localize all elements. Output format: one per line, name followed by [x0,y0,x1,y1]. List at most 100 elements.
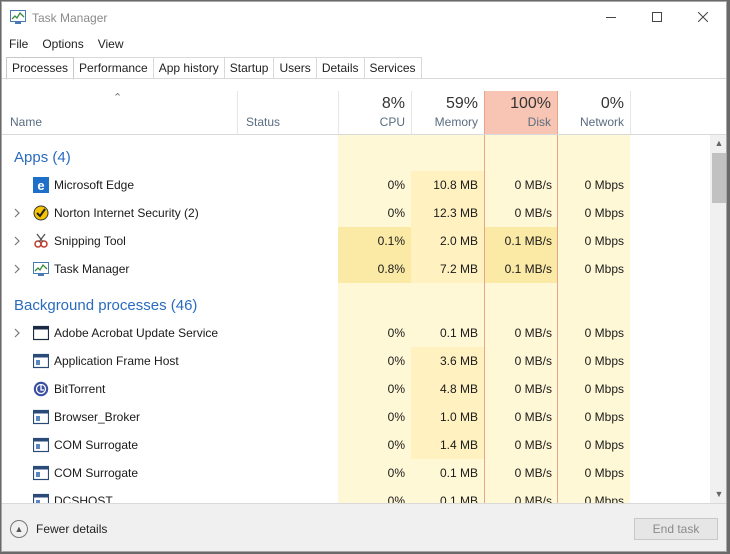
fewer-details-toggle[interactable]: ▲ Fewer details [10,520,107,538]
network-value: 0 Mbps [584,466,624,480]
disk-value: 0 MB/s [514,410,552,424]
tab-strip: Processes Performance App history Startu… [6,57,422,80]
close-button[interactable] [680,2,726,32]
network-value: 0 Mbps [584,178,624,192]
process-row[interactable]: DCSHOST 0% 0.1 MB 0 MB/s 0 Mbps [2,487,710,503]
scrollbar-thumb[interactable] [712,153,726,203]
process-row[interactable]: e Microsoft Edge 0% 10.8 MB 0 MB/s 0 Mbps [2,171,710,199]
tab-details[interactable]: Details [316,57,365,79]
chevron-right-icon[interactable] [13,207,23,219]
cpu-value: 0% [387,206,405,220]
app-window-icon [33,465,49,481]
process-row[interactable]: Adobe Acrobat Update Service 0% 0.1 MB 0 MB… [2,319,710,347]
scissors-icon [34,233,48,248]
process-name: COM Surrogate [54,466,139,480]
disk-value: 0 MB/s [514,326,552,340]
process-name: Snipping Tool [54,234,126,248]
norton-icon [33,205,49,221]
column-disk-label: Disk [527,115,551,129]
disk-value: 0 MB/s [514,466,552,480]
process-row[interactable]: Browser_Broker 0% 1.0 MB 0 MB/s 0 Mbps [2,403,710,431]
minimize-button[interactable] [588,2,634,32]
column-separator[interactable] [630,91,631,134]
disk-value: 0 MB/s [514,382,552,396]
chevron-up-icon: ▲ [10,520,28,538]
column-name-header[interactable]: ⌃ Name [2,91,237,134]
network-value: 0 Mbps [584,354,624,368]
app-window-icon [33,409,49,425]
disk-value: 0 MB/s [514,494,552,503]
group-background-processes[interactable]: Background processes (46) [2,291,710,319]
close-icon [698,12,708,22]
scroll-up-arrow-icon[interactable]: ▲ [710,135,726,152]
tab-users[interactable]: Users [274,57,317,79]
tab-app-history[interactable]: App history [153,57,225,79]
tab-startup[interactable]: Startup [224,57,275,79]
task-manager-icon [10,10,26,24]
process-row[interactable]: Application Frame Host 0% 3.6 MB 0 MB/s 0 Mb… [2,347,710,375]
process-name: COM Surrogate [54,438,139,452]
column-cpu-header[interactable]: 8% CPU [339,91,411,134]
cpu-value: 0% [387,494,405,503]
process-name: Browser_Broker [54,410,141,424]
process-name: Microsoft Edge [54,178,135,192]
memory-value: 0.1 MB [439,466,478,480]
column-network-header[interactable]: 0% Network [558,91,630,134]
column-status-header[interactable]: Status [238,91,338,134]
column-disk-header[interactable]: 100% Disk [484,91,558,134]
tab-processes[interactable]: Processes [6,57,75,80]
process-name: DCSHOST [54,494,113,503]
process-row[interactable]: Task Manager 0.8% 7.2 MB 0.1 MB/s 0 Mbps [2,255,710,283]
edge-icon: e [33,177,49,193]
menu-view[interactable]: View [91,34,131,54]
disk-value: 0 MB/s [514,354,552,368]
disk-value: 0 MB/s [514,438,552,452]
memory-value: 7.2 MB [439,262,478,276]
cpu-total-percent: 8% [381,95,405,112]
svg-text:e: e [37,178,44,193]
fewer-details-label: Fewer details [36,522,108,536]
maximize-icon [652,12,662,22]
process-name: BitTorrent [54,382,106,396]
process-row[interactable]: BitTorrent 0% 4.8 MB 0 MB/s 0 Mbps [2,375,710,403]
process-row[interactable]: Snipping Tool 0.1% 2.0 MB 0.1 MB/s 0 Mbps [2,227,710,255]
column-status-label: Status [246,115,281,129]
cpu-value: 0.8% [377,262,405,276]
network-value: 0 Mbps [584,234,624,248]
tab-performance[interactable]: Performance [74,57,154,79]
column-name-label: Name [10,115,43,129]
end-task-button[interactable]: End task [634,518,718,540]
disk-value: 0.1 MB/s [504,234,552,248]
disk-value: 0.1 MB/s [504,262,552,276]
network-value: 0 Mbps [584,206,624,220]
maximize-button[interactable] [634,2,680,32]
disk-value: 0 MB/s [514,206,552,220]
process-row[interactable]: COM Surrogate 0% 1.4 MB 0 MB/s 0 Mbps [2,431,710,459]
cpu-value: 0% [387,382,405,396]
menu-file[interactable]: File [2,34,35,54]
task-manager-window: Task Manager File Options View Processes… [1,1,727,552]
process-row[interactable]: COM Surrogate 0% 0.1 MB 0 MB/s 0 Mbps [2,459,710,487]
cpu-value: 0% [387,326,405,340]
scroll-down-arrow-icon[interactable]: ▼ [710,486,726,503]
service-window-icon [33,325,49,341]
memory-value: 3.6 MB [439,354,478,368]
app-window-icon [33,353,49,369]
memory-value: 2.0 MB [439,234,478,248]
memory-value: 10.8 MB [433,178,478,192]
group-apps[interactable]: Apps (4) [2,143,710,171]
process-name: Task Manager [54,262,130,276]
column-memory-header[interactable]: 59% Memory [412,91,484,134]
process-name: Adobe Acrobat Update Service [54,326,219,340]
memory-value: 4.8 MB [439,382,478,396]
cpu-value: 0% [387,178,405,192]
process-row[interactable]: Norton Internet Security (2) 0% 12.3 MB 0 M… [2,199,710,227]
memory-value: 0.1 MB [439,326,478,340]
chevron-right-icon[interactable] [13,263,23,275]
menu-options[interactable]: Options [35,34,90,54]
chevron-right-icon[interactable] [13,327,23,339]
tab-services[interactable]: Services [364,57,422,79]
chevron-right-icon[interactable] [13,235,23,247]
network-value: 0 Mbps [584,494,624,503]
vertical-scrollbar[interactable]: ▲ ▼ [710,135,726,503]
